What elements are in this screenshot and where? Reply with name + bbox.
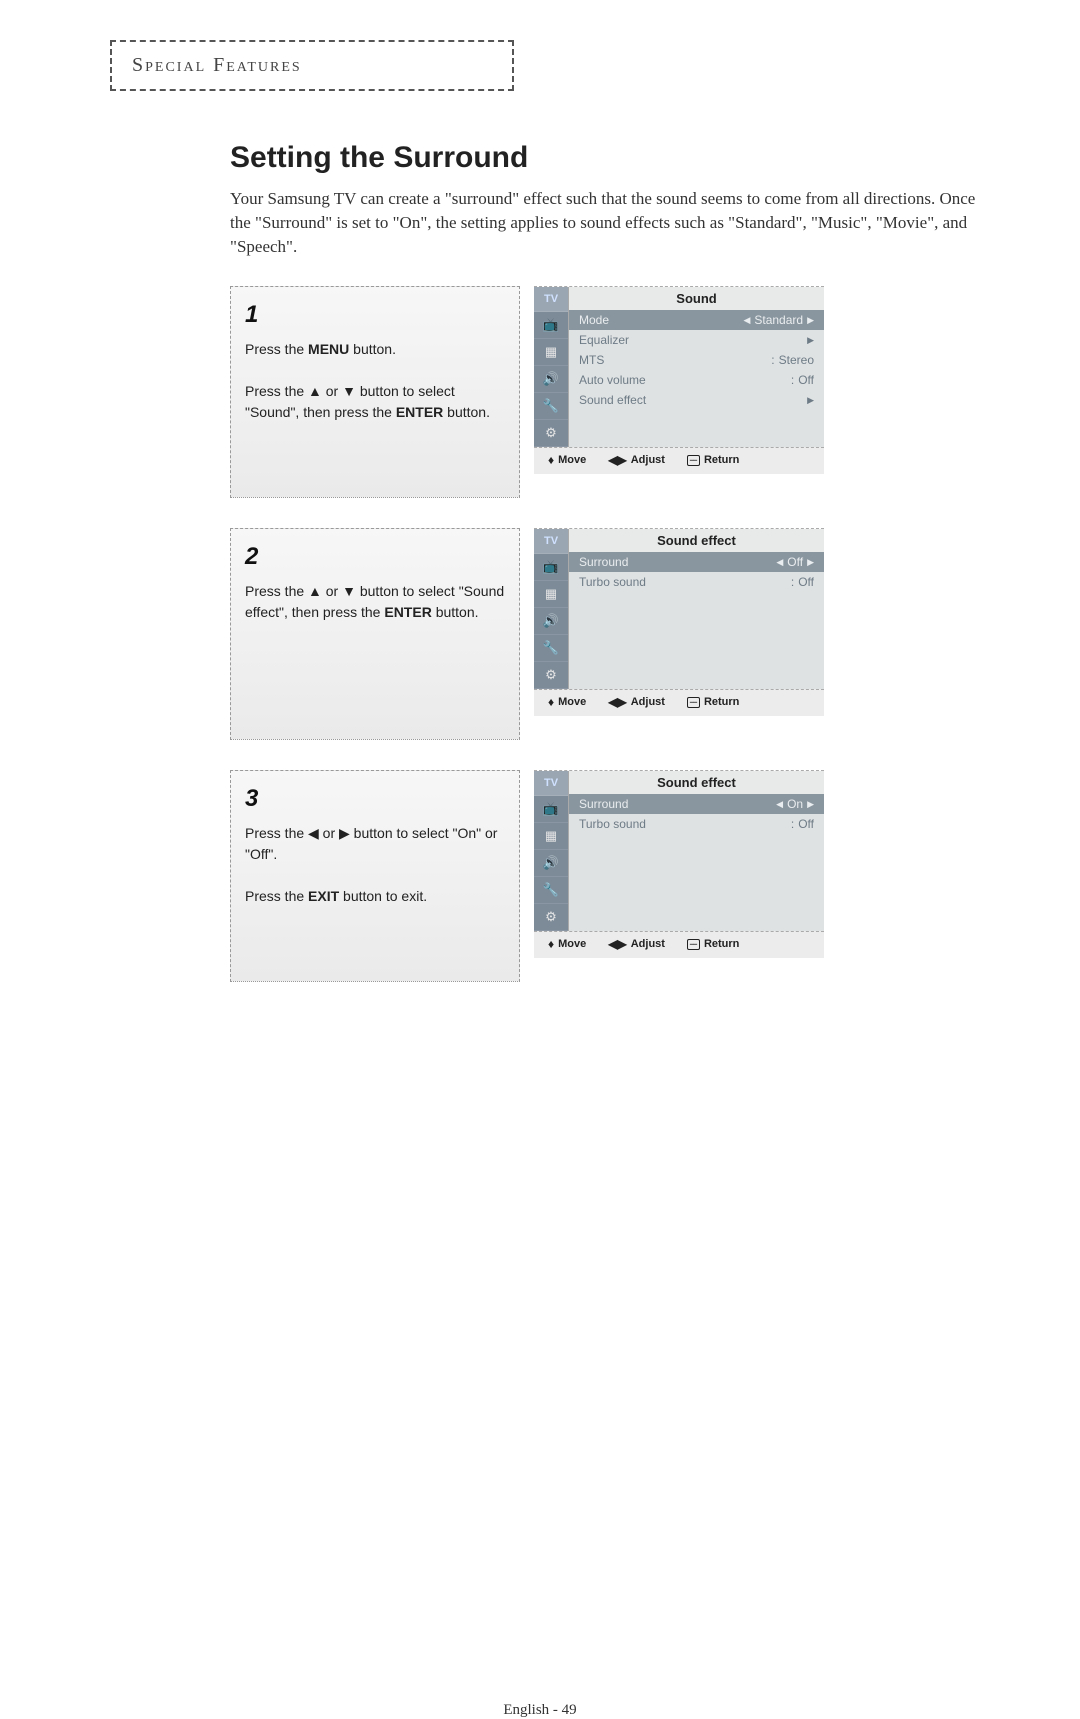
content-area: Setting the Surround Your Samsung TV can… [230, 141, 990, 982]
step-3-line1: Press the ◀ or ▶ button to select "On" o… [245, 823, 505, 865]
intro-paragraph: Your Samsung TV can create a "surround" … [230, 187, 990, 258]
osd-sidebar: TV 📺 ▦ 🔊 🔧 ⚙ [534, 287, 568, 447]
osd-row-turbo: Turbo sound: Off [569, 814, 824, 834]
step-2-row: 2 Press the ▲ or ▼ button to select "Sou… [230, 528, 990, 740]
step-2-text: 2 Press the ▲ or ▼ button to select "Sou… [230, 528, 520, 740]
step-2-line1: Press the ▲ or ▼ button to select "Sound… [245, 581, 505, 623]
osd-title: Sound effect [569, 529, 824, 552]
page-number: English - 49 [0, 1702, 1080, 1719]
step-1-row: 1 Press the MENU button. Press the ▲ or … [230, 286, 990, 498]
osd-footer: ♦Move ◀▶Adjust ⎯⎯Return [534, 447, 824, 474]
osd-screenshot-2: TV 📺 ▦ 🔊 🔧 ⚙ Sound effect Surround ◀Off▶ [534, 528, 824, 716]
osd-tab-5: 🔧 [534, 393, 568, 420]
osd-sidebar: TV 📺 ▦ 🔊 🔧 ⚙ [534, 771, 568, 931]
step-1-line1: Press the MENU button. [245, 339, 505, 360]
osd-screenshot-3: TV 📺 ▦ 🔊 🔧 ⚙ Sound effect Surround ◀On▶ [534, 770, 824, 958]
osd-footer: ♦Move ◀▶Adjust ⎯⎯Return [534, 689, 824, 716]
osd-title: Sound [569, 287, 824, 310]
step-1-number: 1 [245, 297, 505, 333]
osd-row-surround: Surround ◀On▶ [569, 794, 824, 814]
osd-row-surround: Surround ◀Off▶ [569, 552, 824, 572]
osd-row-mts: MTS: Stereo [569, 350, 824, 370]
osd-tab-tv: TV [534, 287, 568, 312]
osd-row-autovolume: Auto volume: Off [569, 370, 824, 390]
step-2-number: 2 [245, 539, 505, 575]
header-box-text: Special Features [132, 54, 302, 76]
step-1-line2: Press the ▲ or ▼ button to select "Sound… [245, 381, 505, 423]
page-title: Setting the Surround [230, 141, 990, 175]
step-3-row: 3 Press the ◀ or ▶ button to select "On"… [230, 770, 990, 982]
step-3-number: 3 [245, 781, 505, 817]
osd-tab-2: 📺 [534, 312, 568, 339]
osd-row-mode: Mode ◀Standard▶ [569, 310, 824, 330]
osd-sidebar: TV 📺 ▦ 🔊 🔧 ⚙ [534, 529, 568, 689]
osd-row-equalizer: Equalizer▶ [569, 330, 824, 350]
osd-title: Sound effect [569, 771, 824, 794]
osd-tab-4: 🔊 [534, 366, 568, 393]
header-box: Special Features [110, 40, 514, 91]
osd-row-turbo: Turbo sound: Off [569, 572, 824, 592]
osd-tab-6: ⚙ [534, 420, 568, 447]
osd-screenshot-1: TV 📺 ▦ 🔊 🔧 ⚙ Sound Mode ◀Standard▶ [534, 286, 824, 474]
step-3-text: 3 Press the ◀ or ▶ button to select "On"… [230, 770, 520, 982]
osd-footer: ♦Move ◀▶Adjust ⎯⎯Return [534, 931, 824, 958]
osd-row-soundeffect: Sound effect▶ [569, 390, 824, 410]
osd-tab-3: ▦ [534, 339, 568, 366]
step-3-line2: Press the EXIT button to exit. [245, 886, 505, 907]
step-1-text: 1 Press the MENU button. Press the ▲ or … [230, 286, 520, 498]
